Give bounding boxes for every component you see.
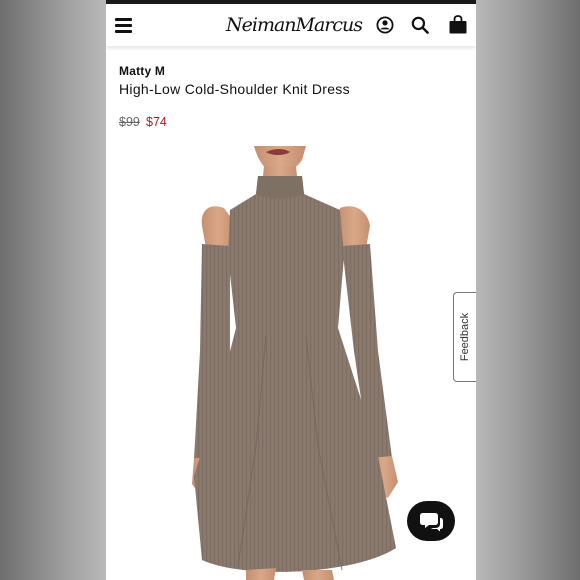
original-price: $99 (119, 115, 140, 129)
chat-button[interactable] (407, 501, 455, 541)
menu-icon[interactable] (115, 18, 132, 33)
shopping-bag-icon[interactable] (448, 15, 468, 34)
feedback-label: Feedback (459, 312, 471, 362)
site-header: NeimanMarcus (106, 4, 476, 46)
account-icon[interactable] (376, 16, 394, 34)
sale-price: $74 (146, 115, 167, 129)
product-brand[interactable]: Matty M (119, 64, 165, 78)
chat-bubbles-icon (420, 513, 443, 532)
feedback-tab[interactable]: Feedback (453, 292, 476, 382)
site-logo[interactable]: NeimanMarcus (226, 11, 363, 39)
search-icon[interactable] (411, 16, 429, 34)
phone-screen: NeimanMarcus Matty M High-Low Cold-Shoul… (106, 0, 476, 580)
product-title: High-Low Cold-Shoulder Knit Dress (119, 81, 350, 97)
